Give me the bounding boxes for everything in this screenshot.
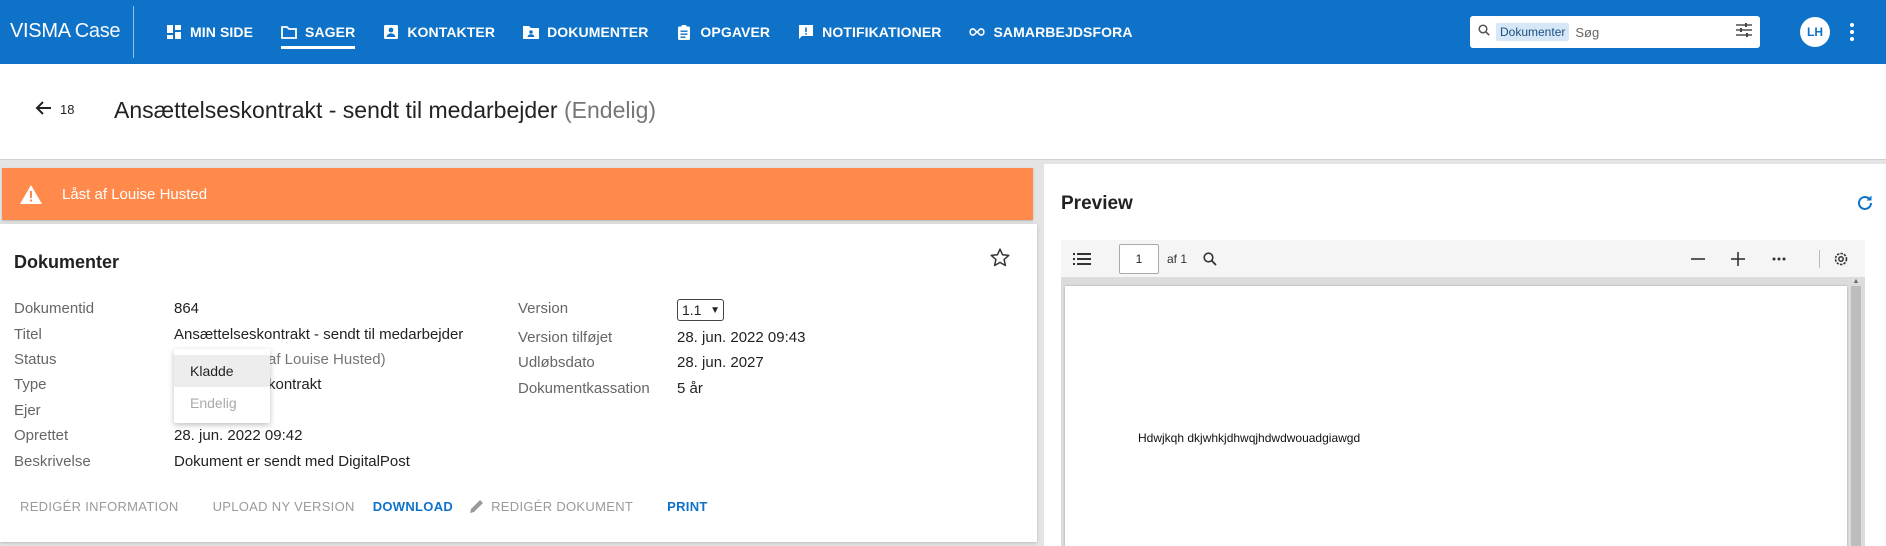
- arrow-left-icon: [34, 100, 60, 119]
- field-value: kontrakt: [268, 376, 322, 393]
- search-scope-chip[interactable]: Dokumenter: [1496, 23, 1570, 41]
- edit-document-button[interactable]: REDIGÉR DOKUMENT: [461, 494, 641, 518]
- nav-item-label: SAMARBEJDSFORA: [993, 24, 1133, 40]
- pdf-scrollbar[interactable]: [1851, 286, 1861, 546]
- main-nav: MIN SIDE SAGER KONTAKTER DOKUMENTER OPGA…: [152, 0, 1147, 64]
- nav-item-kontakter[interactable]: KONTAKTER: [369, 0, 509, 64]
- edit-document-label: REDIGÉR DOKUMENT: [491, 498, 634, 514]
- field-value: 28. jun. 2022 09:42: [174, 427, 303, 444]
- field-label: Version tilføjet: [518, 329, 613, 346]
- field-value: Dokument er sendt med DigitalPost: [174, 453, 410, 470]
- document-status: (Endelig): [563, 97, 657, 123]
- status-option-kladde[interactable]: Kladde: [174, 355, 270, 387]
- pencil-icon: [469, 498, 485, 514]
- filter-settings-icon[interactable]: [1736, 22, 1752, 42]
- search-icon: [1478, 23, 1490, 41]
- more-menu-icon[interactable]: [1844, 20, 1860, 44]
- pdf-page-text: Hdwjkqh dkjwhkjdhwqjhdwdwouadgiawgd: [1138, 431, 1361, 445]
- clipboard-icon: [676, 24, 692, 40]
- document-header: 18 Ansættelseskontrakt - sendt til medar…: [0, 64, 1886, 160]
- search-input[interactable]: Søg: [1575, 25, 1736, 40]
- field-label: Status: [14, 351, 57, 368]
- nav-item-samarbejdsfora[interactable]: SAMARBEJDSFORA: [955, 0, 1146, 64]
- field-value: 5 år: [677, 380, 703, 397]
- nav-item-notifikationer[interactable]: NOTIFIKATIONER: [784, 0, 955, 64]
- top-navigation-bar: VISMA Case MIN SIDE SAGER KONTAKTER DOKU…: [0, 0, 1886, 64]
- back-count: 18: [60, 102, 75, 117]
- field-label: Type: [14, 376, 47, 393]
- edit-information-button[interactable]: REDIGÉR INFORMATION: [12, 494, 187, 518]
- pdf-document-view[interactable]: Hdwjkqh dkjwhkjdhwqjhdwdwouadgiawgd: [1061, 278, 1865, 546]
- card-title: Dokumenter: [14, 252, 120, 272]
- infinity-icon: [969, 24, 986, 40]
- document-title: Ansættelseskontrakt - sendt til medarbej…: [114, 97, 558, 123]
- toolbar-divider: [1819, 250, 1820, 268]
- warning-icon: [20, 184, 42, 204]
- search-icon[interactable]: [1203, 240, 1217, 278]
- document-folder-icon: [523, 24, 540, 40]
- folder-icon: [281, 24, 297, 40]
- field-label: Dokumentid: [14, 300, 95, 317]
- nav-item-label: OPGAVER: [700, 24, 771, 40]
- outline-list-icon[interactable]: [1073, 240, 1091, 278]
- download-button[interactable]: DOWNLOAD: [365, 494, 461, 518]
- user-avatar[interactable]: LH: [1800, 17, 1830, 47]
- brand-name-bold: VISMA: [10, 20, 71, 42]
- field-label: Titel: [14, 326, 42, 343]
- nav-item-sager[interactable]: SAGER: [267, 0, 369, 64]
- visma-case-logo[interactable]: VISMA Case: [10, 20, 121, 44]
- version-select[interactable]: 1.1 ▼: [677, 299, 724, 321]
- preview-title: Preview: [1061, 193, 1133, 214]
- nav-item-label: KONTAKTER: [407, 24, 496, 40]
- nav-item-opgaver[interactable]: OPGAVER: [662, 0, 784, 64]
- nav-item-label: NOTIFIKATIONER: [822, 24, 942, 40]
- pdf-page: Hdwjkqh dkjwhkjdhwqjhdwdwouadgiawgd: [1065, 286, 1847, 546]
- refresh-icon[interactable]: [1856, 194, 1874, 217]
- version-value: 1.1: [682, 302, 702, 318]
- zoom-in-icon[interactable]: [1731, 240, 1745, 278]
- field-value: 28. jun. 2022 09:43: [677, 329, 806, 346]
- notification-icon: [798, 24, 814, 40]
- locked-text: Låst af Louise Husted: [62, 185, 208, 203]
- page-number-input[interactable]: 1: [1119, 244, 1159, 274]
- nav-item-dokumenter[interactable]: DOKUMENTER: [509, 0, 662, 64]
- scroll-up-icon[interactable]: ▲: [1851, 278, 1861, 286]
- nav-item-label: DOKUMENTER: [547, 24, 649, 40]
- brand-divider: [133, 6, 134, 58]
- nav-item-min-side[interactable]: MIN SIDE: [152, 0, 267, 64]
- gear-icon[interactable]: [1833, 240, 1849, 278]
- zoom-out-icon[interactable]: [1691, 240, 1705, 278]
- dashboard-icon: [166, 24, 182, 40]
- chevron-down-icon: ▼: [710, 304, 720, 316]
- card-actions: REDIGÉR INFORMATION UPLOAD NY VERSION DO…: [12, 494, 716, 518]
- field-value: 28. jun. 2027: [677, 354, 764, 371]
- field-label: Beskrivelse: [14, 453, 91, 470]
- field-value: Ansættelseskontrakt - sendt til medarbej…: [174, 326, 464, 343]
- upload-new-version-button[interactable]: UPLOAD NY VERSION: [205, 494, 363, 518]
- field-value: 864: [174, 300, 200, 317]
- brand-name-light: Case: [74, 20, 121, 42]
- field-value: af Louise Husted): [268, 351, 386, 368]
- back-button[interactable]: 18: [34, 100, 74, 119]
- field-label: Ejer: [14, 402, 41, 419]
- status-dropdown-menu: Kladde Endelig: [174, 349, 270, 423]
- more-horizontal-icon[interactable]: [1772, 240, 1786, 278]
- star-icon[interactable]: [990, 248, 1010, 272]
- print-button[interactable]: PRINT: [659, 494, 716, 518]
- document-details-card: Dokumenter Dokumentid 864 Titel Ansættel…: [0, 224, 1037, 542]
- pdf-viewer-toolbar: 1 af 1: [1061, 240, 1865, 278]
- global-search[interactable]: Dokumenter Søg: [1470, 16, 1760, 48]
- field-label: Udløbsdato: [518, 354, 595, 371]
- status-option-endelig: Endelig: [190, 395, 237, 411]
- field-label: Oprettet: [14, 427, 69, 444]
- nav-item-label: MIN SIDE: [190, 24, 254, 40]
- preview-panel: Preview 1 af 1 Hdwjkqh dkjwhkjdhwqjhdwdw…: [1044, 164, 1886, 546]
- page-title: Ansættelseskontrakt - sendt til medarbej…: [114, 97, 656, 124]
- field-label: Dokumentkassation: [518, 380, 650, 397]
- locked-banner: Låst af Louise Husted: [2, 168, 1033, 220]
- page-total: af 1: [1167, 252, 1188, 266]
- field-label: Version: [518, 300, 569, 317]
- contact-icon: [383, 24, 399, 40]
- nav-item-label: SAGER: [305, 24, 356, 40]
